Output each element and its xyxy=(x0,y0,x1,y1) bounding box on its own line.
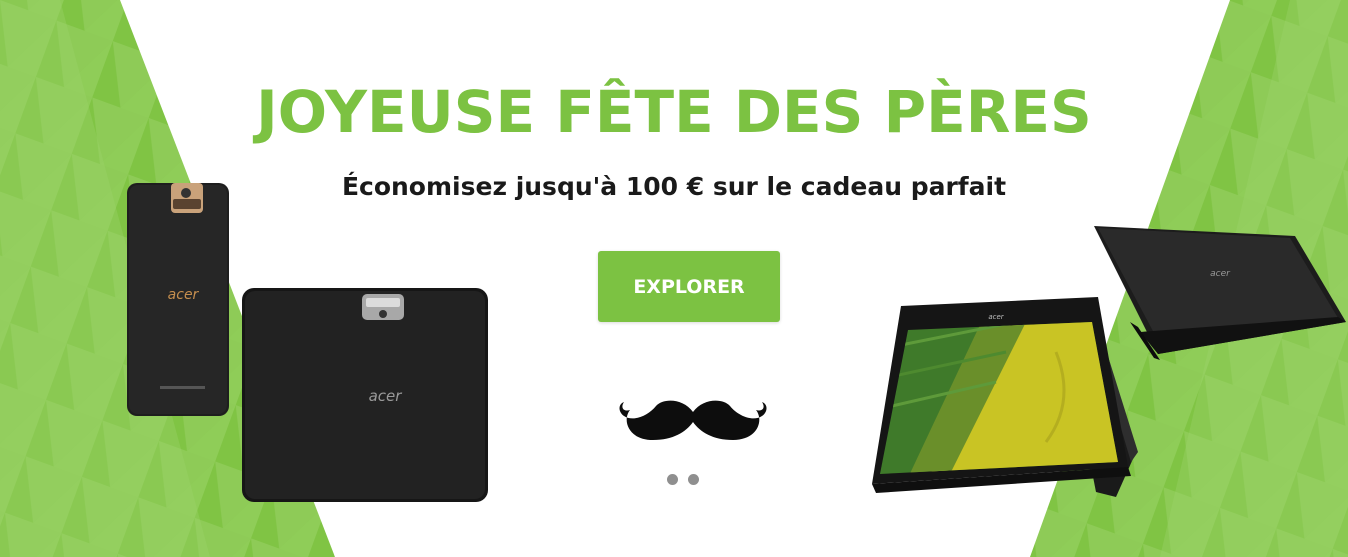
promo-banner[interactable]: JOYEUSE FÊTE DES PÈRES Économisez jusqu'… xyxy=(0,0,1348,557)
explorer-button[interactable]: EXPLORER xyxy=(598,251,780,322)
mustache-icon xyxy=(619,400,767,440)
carousel-dots xyxy=(667,474,703,486)
acer-laptop-image: acer xyxy=(1094,226,1346,360)
convertible-brand-logo: acer xyxy=(988,313,1004,321)
acer-tablet-image: acer xyxy=(242,288,488,502)
promo-title: JOYEUSE FÊTE DES PÈRES xyxy=(256,78,1092,146)
carousel-dot-1[interactable] xyxy=(667,474,678,485)
carousel-dot-2[interactable] xyxy=(688,474,699,485)
tablet-brand-logo: acer xyxy=(369,387,403,405)
phone-brand-logo: acer xyxy=(168,287,200,303)
acer-phone-image: acer xyxy=(127,183,229,416)
laptop-brand-logo: acer xyxy=(1210,269,1231,279)
